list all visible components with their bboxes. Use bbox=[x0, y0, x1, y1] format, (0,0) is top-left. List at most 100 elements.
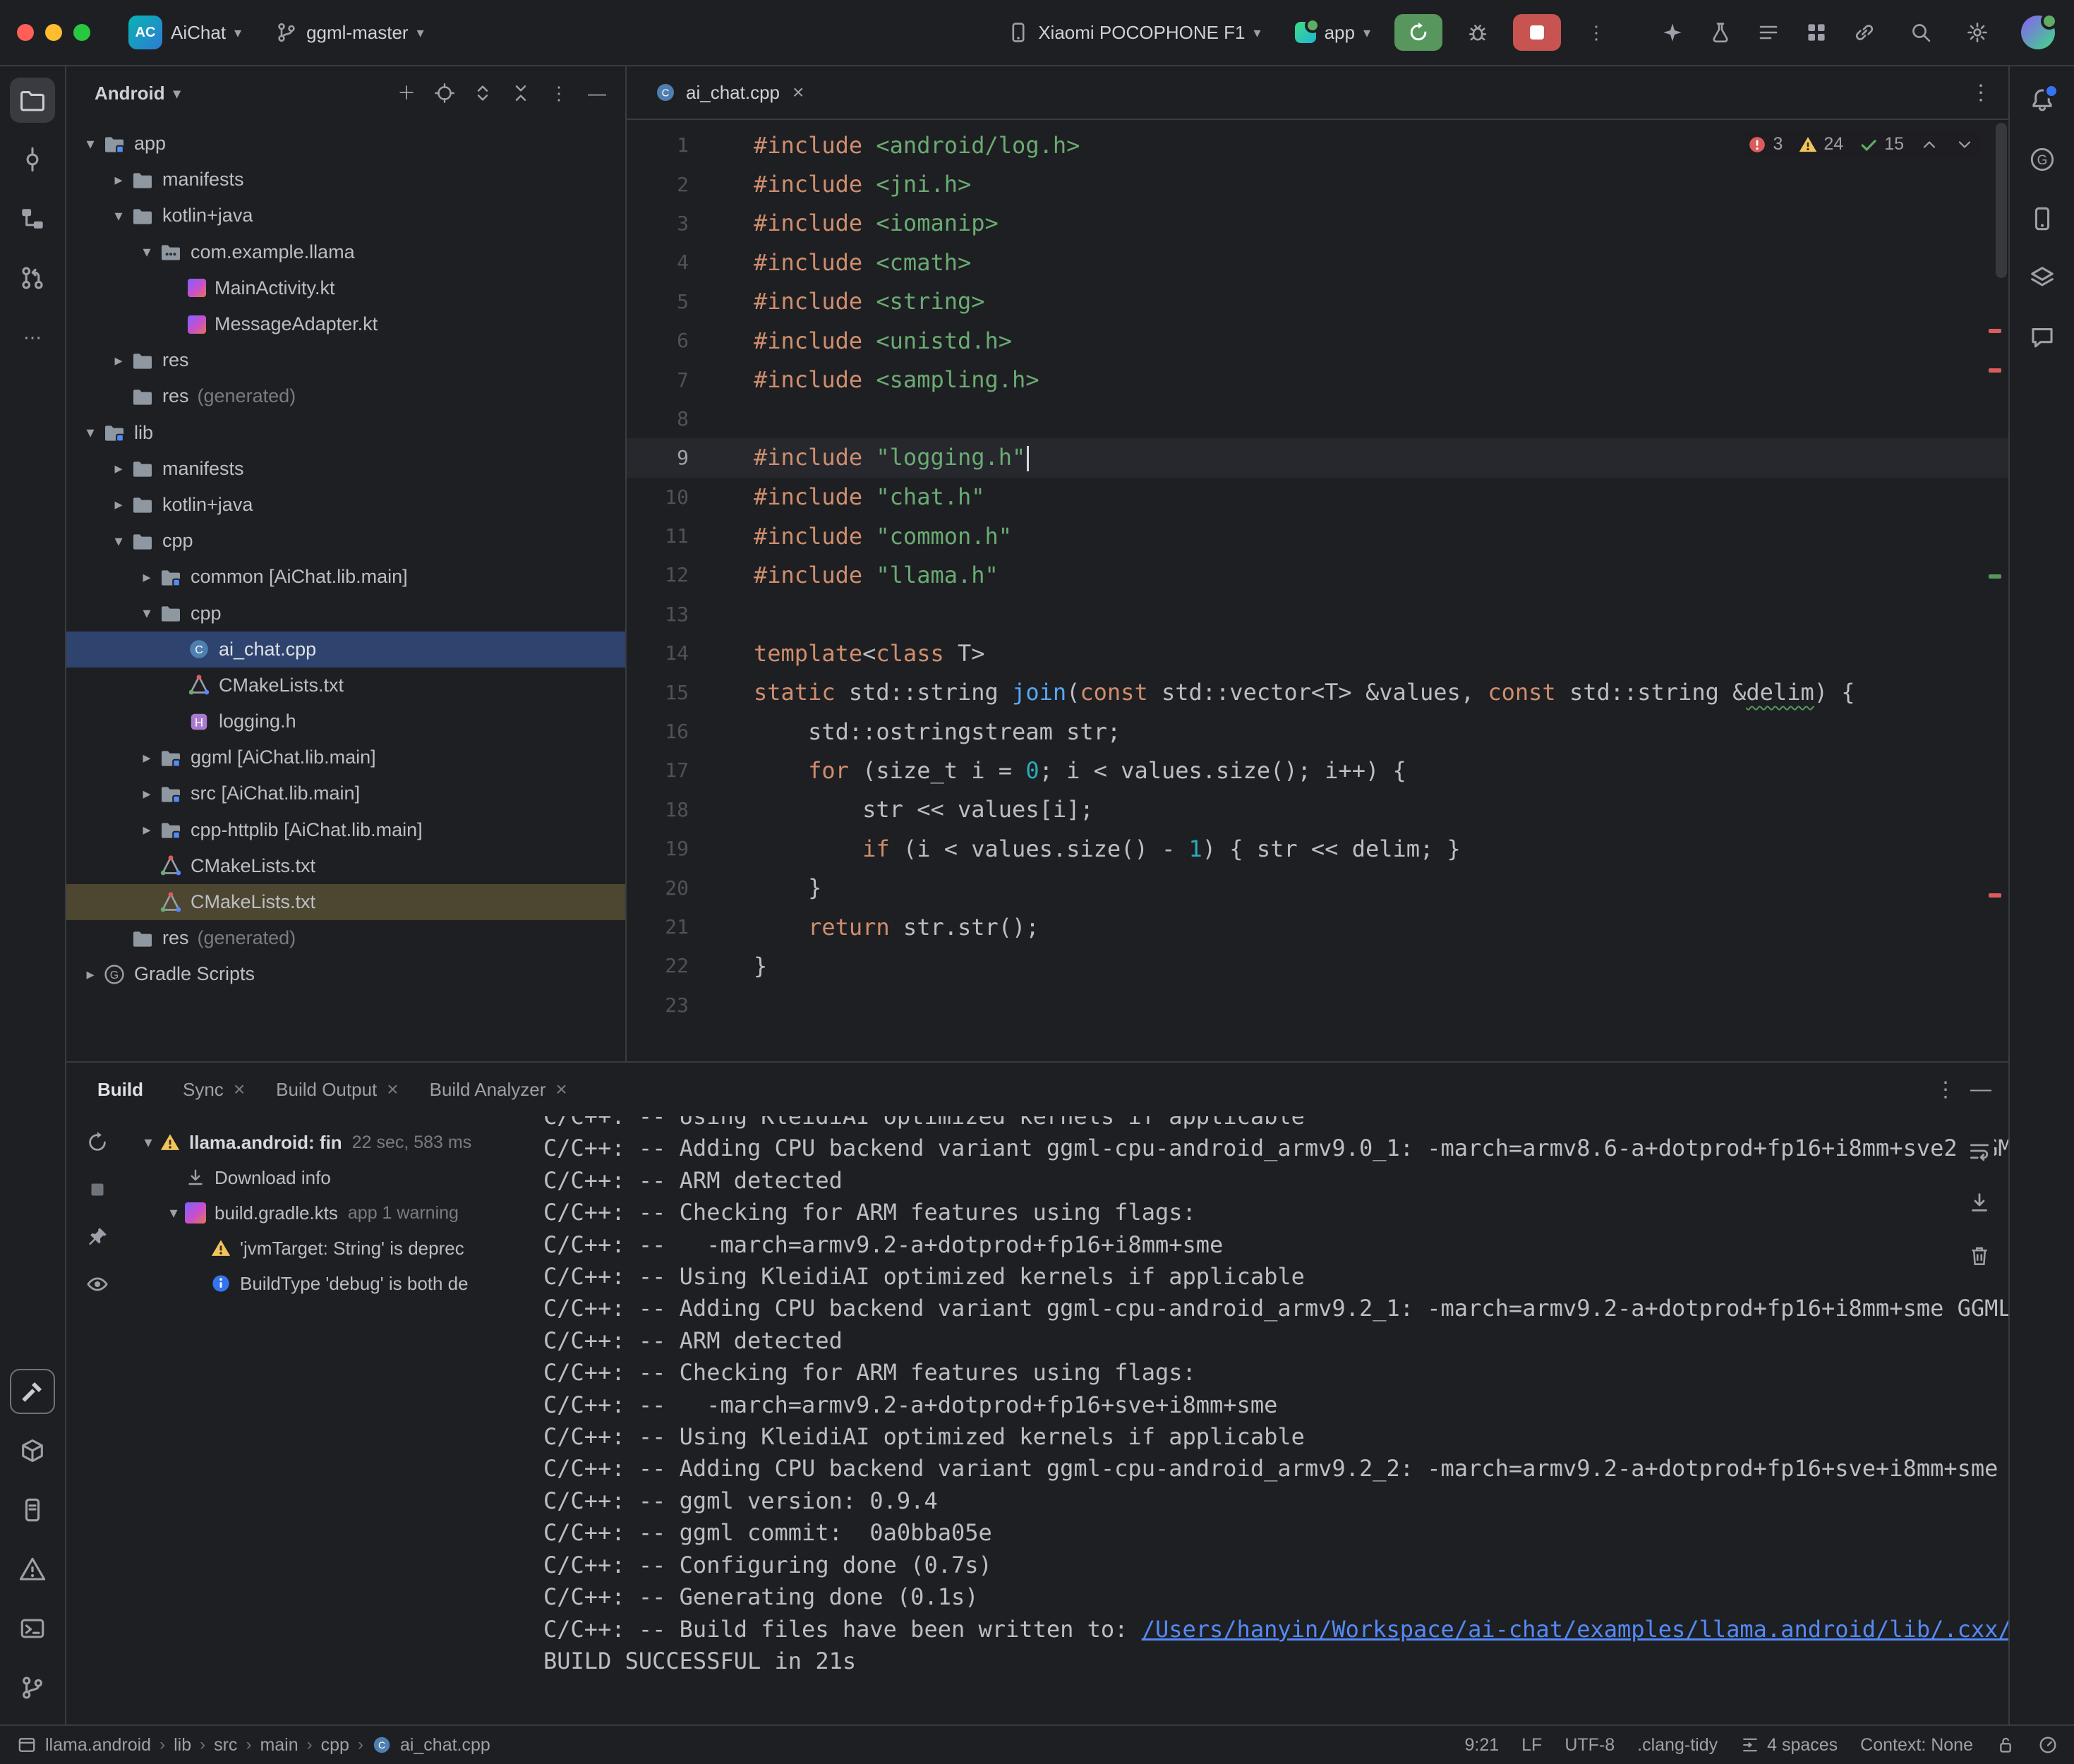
tree-item[interactable]: res(generated) bbox=[66, 378, 625, 414]
tree-item[interactable]: ▸common [AiChat.lib.main] bbox=[66, 559, 625, 595]
error-stripe-mark[interactable] bbox=[1989, 574, 2001, 579]
device-mirroring-button[interactable] bbox=[1843, 14, 1886, 51]
chevron-right-icon[interactable]: ▸ bbox=[134, 749, 159, 767]
tree-item[interactable]: Hlogging.h bbox=[66, 703, 625, 739]
tree-item[interactable]: MessageAdapter.kt bbox=[66, 306, 625, 342]
hide-build-button[interactable]: — bbox=[1970, 1077, 1991, 1101]
code-line[interactable]: 17 for (size_t i = 0; i < values.size();… bbox=[627, 751, 2008, 790]
code-line[interactable]: 16 std::ostringstream str; bbox=[627, 712, 2008, 751]
running-devices-icon[interactable] bbox=[2020, 255, 2065, 301]
passed-badge[interactable]: 15 bbox=[1859, 134, 1904, 155]
more-tools-button[interactable] bbox=[1795, 14, 1838, 51]
close-tab-icon[interactable]: × bbox=[792, 81, 804, 104]
code-line[interactable]: 20 } bbox=[627, 868, 2008, 907]
tree-item[interactable]: ▸res bbox=[66, 342, 625, 378]
ai-assistant-button[interactable] bbox=[1651, 14, 1694, 51]
locate-file-button[interactable] bbox=[428, 76, 462, 110]
chevron-down-icon[interactable]: ▾ bbox=[162, 1204, 185, 1222]
breadcrumb-segment[interactable]: ai_chat.cpp bbox=[400, 1735, 490, 1756]
device-selector[interactable]: Xiaomi POCOPHONE F1 ▾ bbox=[997, 16, 1270, 49]
context-indicator[interactable]: Context: None bbox=[1860, 1735, 1973, 1756]
chevron-right-icon[interactable]: ▸ bbox=[134, 568, 159, 586]
code-line[interactable]: 5#include <string> bbox=[627, 282, 2008, 321]
breadcrumb-segment[interactable]: main bbox=[260, 1735, 298, 1756]
build-icon[interactable] bbox=[10, 1369, 55, 1414]
user-avatar[interactable] bbox=[2021, 16, 2055, 49]
tree-item[interactable]: CMakeLists.txt bbox=[66, 667, 625, 703]
tree-item[interactable]: ▸ggml [AiChat.lib.main] bbox=[66, 739, 625, 775]
error-stripe-mark[interactable] bbox=[1989, 368, 2001, 373]
settings-button[interactable] bbox=[1956, 14, 1998, 51]
stop-button[interactable] bbox=[1513, 14, 1561, 51]
chevron-down-icon[interactable]: ▾ bbox=[134, 604, 159, 622]
device-manager-icon[interactable] bbox=[2020, 196, 2065, 241]
minimize-window-button[interactable] bbox=[45, 24, 62, 41]
build-tree-item[interactable]: Download info bbox=[128, 1160, 532, 1195]
build-tab-build-output[interactable]: Build Output× bbox=[262, 1073, 412, 1106]
code-line[interactable]: 15static std::string join(const std::vec… bbox=[627, 672, 2008, 711]
chevron-right-icon[interactable]: ▸ bbox=[106, 495, 131, 514]
build-tree-item[interactable]: ▾llama.android: fin22 sec, 583 ms bbox=[128, 1125, 532, 1160]
code-line[interactable]: 4#include <cmath> bbox=[627, 243, 2008, 282]
code-line[interactable]: 2#include <jni.h> bbox=[627, 164, 2008, 203]
tree-item[interactable]: ▸manifests bbox=[66, 451, 625, 487]
structure-icon[interactable] bbox=[10, 196, 55, 241]
memory-indicator[interactable] bbox=[2038, 1735, 2058, 1755]
close-tab-icon[interactable]: × bbox=[387, 1078, 398, 1101]
chevron-right-icon[interactable]: ▸ bbox=[134, 785, 159, 803]
chevron-right-icon[interactable]: ▸ bbox=[134, 821, 159, 839]
tree-item[interactable]: ▾com.example.llama bbox=[66, 234, 625, 270]
tree-item[interactable]: ▾lib bbox=[66, 415, 625, 451]
code-editor[interactable]: 3 24 15 1#include <android/log.h>2#inclu… bbox=[627, 120, 2008, 1061]
pull-requests-icon[interactable] bbox=[10, 255, 55, 301]
hide-panel-button[interactable]: — bbox=[580, 76, 614, 110]
rerun-build-button[interactable] bbox=[85, 1130, 109, 1159]
expand-all-button[interactable] bbox=[466, 76, 500, 110]
clang-tidy-indicator[interactable]: .clang-tidy bbox=[1637, 1735, 1718, 1756]
code-line[interactable]: 23 bbox=[627, 986, 2008, 1025]
tree-item[interactable]: ▾kotlin+java bbox=[66, 198, 625, 234]
project-view-selector[interactable]: Android ▾ bbox=[86, 78, 189, 109]
tree-item[interactable]: ▸GGradle Scripts bbox=[66, 956, 625, 992]
run-options-button[interactable]: ⋮ bbox=[1575, 14, 1617, 51]
close-tab-icon[interactable]: × bbox=[555, 1078, 567, 1101]
todo-button[interactable] bbox=[1747, 14, 1790, 51]
run-button[interactable] bbox=[1394, 14, 1442, 51]
code-line[interactable]: 13 bbox=[627, 595, 2008, 634]
build-window-label[interactable]: Build bbox=[83, 1073, 157, 1106]
notifications-icon[interactable] bbox=[2020, 78, 2065, 123]
tree-item[interactable]: ▾cpp bbox=[66, 523, 625, 559]
code-line[interactable]: 21 return str.str(); bbox=[627, 907, 2008, 946]
caret-position[interactable]: 9:21 bbox=[1464, 1735, 1499, 1756]
breadcrumb-segment[interactable]: lib bbox=[174, 1735, 191, 1756]
project-widget[interactable]: AC AiChat ▾ bbox=[119, 10, 251, 55]
code-line[interactable]: 12#include "llama.h" bbox=[627, 555, 2008, 594]
logcat-icon[interactable] bbox=[10, 1487, 55, 1533]
run-configuration-selector[interactable]: app ▾ bbox=[1285, 16, 1380, 49]
error-stripe-mark[interactable] bbox=[1989, 893, 2001, 898]
problems-icon[interactable] bbox=[10, 1547, 55, 1592]
commit-icon[interactable] bbox=[10, 137, 55, 182]
terminal-icon[interactable] bbox=[10, 1606, 55, 1651]
breadcrumb-segment[interactable]: cpp bbox=[321, 1735, 349, 1756]
scroll-to-end-button[interactable] bbox=[1967, 1191, 1991, 1224]
chevron-right-icon[interactable]: ▸ bbox=[106, 459, 131, 478]
inspect-button[interactable] bbox=[85, 1272, 109, 1301]
code-line[interactable]: 7#include <sampling.h> bbox=[627, 360, 2008, 399]
build-options-button[interactable]: ⋮ bbox=[1935, 1077, 1956, 1102]
prev-problem-button[interactable] bbox=[1919, 135, 1939, 155]
soft-wrap-button[interactable] bbox=[1967, 1139, 1991, 1171]
build-tree-item[interactable]: ▾build.gradle.ktsapp 1 warning bbox=[128, 1195, 532, 1231]
code-line[interactable]: 11#include "common.h" bbox=[627, 516, 2008, 555]
build-tab-sync[interactable]: Sync× bbox=[169, 1073, 259, 1106]
close-window-button[interactable] bbox=[17, 24, 34, 41]
new-file-button[interactable]: ＋ bbox=[390, 76, 423, 110]
next-problem-button[interactable] bbox=[1955, 135, 1974, 155]
panel-options-button[interactable]: ⋮ bbox=[542, 76, 576, 110]
code-line[interactable]: 8 bbox=[627, 399, 2008, 438]
tree-item[interactable]: ▸src [AiChat.lib.main] bbox=[66, 775, 625, 811]
vcs-branch-widget[interactable]: ggml-master ▾ bbox=[265, 16, 434, 49]
editor-options-button[interactable]: ⋮ bbox=[1970, 80, 2008, 105]
version-control-icon[interactable] bbox=[10, 1665, 55, 1710]
encoding-indicator[interactable]: UTF-8 bbox=[1564, 1735, 1615, 1756]
